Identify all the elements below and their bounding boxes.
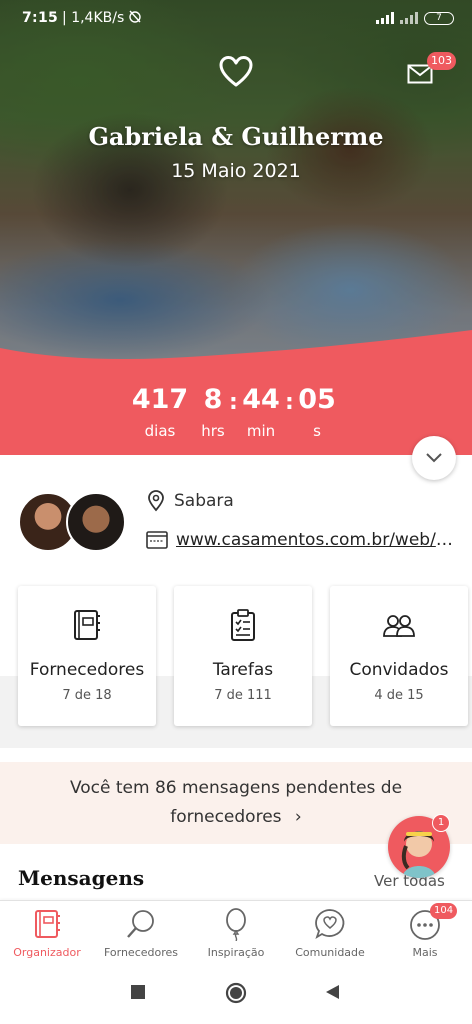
nav-mais[interactable]: 104 Mais — [378, 901, 472, 967]
couple-avatars[interactable] — [18, 492, 128, 554]
card-title: Convidados — [349, 660, 449, 680]
website-row[interactable]: www.casamentos.com.br/web/c... — [146, 530, 458, 550]
card-title: Fornecedores — [29, 660, 145, 680]
nav-organizador[interactable]: Organizador — [0, 901, 94, 967]
card-count: 7 de 18 — [62, 688, 112, 703]
chevron-right-icon: › — [294, 807, 302, 827]
countdown-days: 417 dias — [131, 384, 189, 440]
more-badge: 104 — [430, 903, 458, 919]
messages-badge: 103 — [427, 52, 456, 70]
nav-label: Mais — [412, 946, 438, 959]
location-row: Sabara — [146, 490, 234, 512]
home-icon[interactable] — [225, 982, 247, 1004]
alarm-off-icon — [128, 9, 142, 27]
hero-section: 7:15 | 1,4KB/s 7 103 Gabriela & Guilherm… — [0, 0, 472, 455]
countdown-seconds: 05 s — [298, 384, 336, 440]
nav-comunidade[interactable]: Comunidade — [283, 901, 377, 967]
heart-logo-icon — [219, 56, 253, 87]
search-icon — [127, 910, 154, 938]
checklist-icon — [231, 609, 255, 641]
card-tarefas[interactable]: Tarefas 7 de 111 — [174, 586, 312, 726]
organizer-icon — [35, 910, 60, 938]
balloon-icon — [226, 908, 246, 941]
card-convidados[interactable]: Convidados 4 de 15 — [330, 586, 468, 726]
expand-button[interactable] — [412, 436, 456, 480]
card-title: Tarefas — [212, 660, 274, 680]
banner-line-1: Você tem 86 mensagens pendentes de — [69, 778, 403, 798]
address-book-icon — [74, 610, 100, 640]
chat-heart-icon — [315, 909, 345, 940]
status-bar: 7:15 | 1,4KB/s 7 — [0, 0, 472, 36]
signal-icon-2 — [400, 12, 418, 24]
back-icon[interactable] — [324, 984, 340, 1000]
battery-icon: 7 — [424, 11, 454, 25]
nav-label: Inspiração — [207, 946, 265, 959]
couple-name: Gabriela & Guilherme — [88, 122, 384, 151]
assistant-badge: 1 — [432, 814, 450, 832]
countdown-minutes: 44 min — [242, 384, 280, 440]
wedding-date: 15 Maio 2021 — [171, 160, 301, 182]
card-fornecedores[interactable]: Fornecedores 7 de 18 — [18, 586, 156, 726]
location-text: Sabara — [174, 491, 234, 511]
nav-label: Fornecedores — [103, 946, 179, 959]
location-pin-icon — [148, 490, 164, 512]
signal-icon — [376, 12, 394, 24]
nav-inspiracao[interactable]: Inspiração — [189, 901, 283, 967]
nav-fornecedores[interactable]: Fornecedores — [94, 901, 188, 967]
website-icon — [146, 531, 168, 549]
recents-icon[interactable] — [130, 984, 146, 1000]
bottom-navigation: Organizador Fornecedores Inspiração Comu… — [0, 900, 472, 966]
chevron-down-icon — [426, 453, 442, 463]
status-time: 7:15 — [22, 10, 59, 26]
card-count: 7 de 111 — [214, 688, 272, 703]
system-navigation-bar — [0, 966, 472, 1024]
avatar — [66, 492, 126, 552]
card-count: 4 de 15 — [374, 688, 424, 703]
nav-label: Comunidade — [295, 946, 365, 959]
network-speed: | 1,4KB/s — [62, 10, 125, 26]
nav-label: Organizador — [13, 946, 81, 959]
messages-title: Mensagens — [18, 866, 145, 890]
guests-icon — [383, 615, 415, 637]
website-link[interactable]: www.casamentos.com.br/web/c... — [176, 530, 458, 550]
